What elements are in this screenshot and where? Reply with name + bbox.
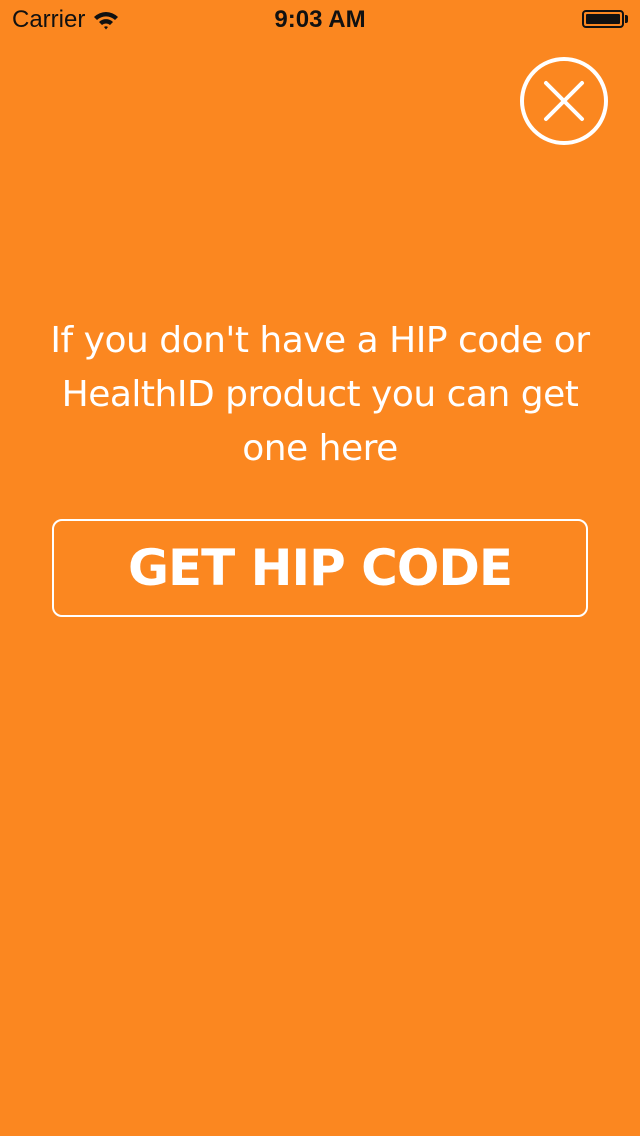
status-time: 9:03 AM — [274, 6, 366, 33]
close-button[interactable] — [520, 57, 608, 145]
get-hip-code-button[interactable]: GET HIP CODE — [52, 519, 588, 617]
battery-icon — [582, 10, 628, 28]
close-icon — [542, 79, 586, 123]
status-bar: Carrier 9:03 AM — [0, 0, 640, 40]
get-hip-code-label: GET HIP CODE — [127, 539, 513, 597]
info-message: If you don't have a HIP code or HealthID… — [50, 320, 590, 469]
